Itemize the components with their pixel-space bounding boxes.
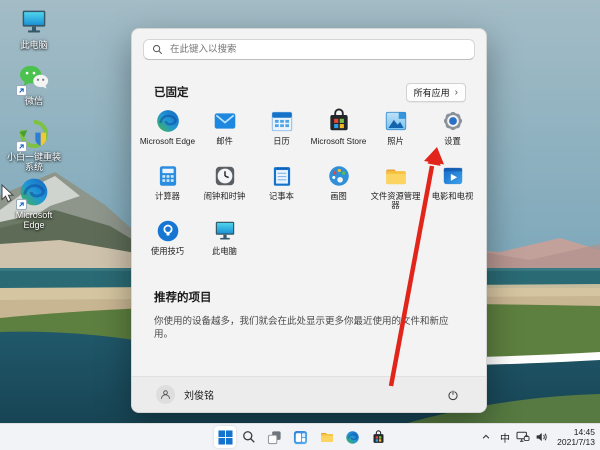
all-apps-label: 所有应用 (414, 86, 450, 99)
clock-date: 2021/7/13 (557, 437, 595, 447)
taskbar-store-button[interactable] (367, 426, 389, 448)
pinned-app-settings[interactable]: 设置 (424, 103, 481, 158)
xiaobai-reinstall-icon (18, 118, 50, 150)
hidden-icons-button[interactable] (478, 428, 494, 446)
desktop-icon-label: Microsoft Edge (6, 210, 62, 230)
shortcut-arrow-icon (16, 85, 27, 96)
clock[interactable]: 14:45 2021/7/13 (557, 427, 595, 447)
power-button[interactable] (444, 386, 462, 404)
app-label: 计算器 (155, 192, 180, 201)
app-label: 闹钟和时钟 (204, 192, 246, 201)
photos-icon (383, 108, 409, 134)
widgets-button[interactable] (289, 426, 311, 448)
shortcut-arrow-icon (16, 199, 27, 210)
pinned-app-file-explorer[interactable]: 文件资源管理器 (367, 158, 424, 213)
calendar-icon (269, 108, 295, 134)
pinned-app-photos[interactable]: 照片 (367, 103, 424, 158)
edge-icon (18, 176, 50, 208)
pinned-app-calendar[interactable]: 日历 (253, 103, 310, 158)
start-button[interactable] (214, 426, 236, 448)
calculator-icon (155, 163, 181, 189)
network-icon (516, 431, 530, 443)
pinned-app-tips[interactable]: 使用技巧 (139, 213, 196, 268)
search-input[interactable] (143, 39, 475, 60)
app-label: 使用技巧 (151, 247, 184, 256)
file-explorer-icon (383, 163, 409, 189)
desktop-icon-label: 此电脑 (6, 40, 62, 50)
app-label: 文件资源管理器 (368, 192, 424, 210)
desktop-icon-wechat[interactable]: 微信 (6, 62, 62, 106)
pinned-app-microsoft-store[interactable]: Microsoft Store (310, 103, 367, 158)
alarm-clock-icon (212, 163, 238, 189)
this-pc-icon (212, 218, 238, 244)
task-view-icon (267, 430, 282, 445)
desktop-icon-xiaobai-reinstall[interactable]: 小白一键重装系统 (6, 118, 62, 172)
recommended-empty-message: 你使用的设备越多，我们就会在此处显示更多你最近使用的文件和新应用。 (154, 315, 464, 341)
taskbar: 中 14:45 2021/7/13 (0, 423, 600, 450)
paint-icon (326, 163, 352, 189)
clock-time: 14:45 (557, 427, 595, 437)
this-pc-icon (18, 6, 50, 38)
app-label: 设置 (444, 137, 461, 146)
taskbar-file-explorer-button[interactable] (316, 426, 338, 448)
file-explorer-icon (319, 429, 335, 445)
pinned-section-title: 已固定 (154, 84, 189, 100)
volume-button[interactable] (533, 428, 549, 446)
network-button[interactable] (514, 428, 532, 446)
app-label: 邮件 (216, 137, 233, 146)
recommended-section-title: 推荐的项目 (154, 289, 212, 305)
app-label: 日历 (273, 137, 290, 146)
search-icon (242, 430, 256, 444)
pinned-app-movies-tv[interactable]: 电影和电视 (424, 158, 481, 213)
store-icon (326, 108, 352, 134)
settings-gear-icon (440, 108, 466, 134)
taskbar-edge-button[interactable] (341, 426, 363, 448)
app-label: 此电脑 (212, 247, 237, 256)
app-label: 记事本 (269, 192, 294, 201)
pinned-app-mail[interactable]: 邮件 (196, 103, 253, 158)
mouse-cursor (1, 184, 15, 204)
user-name: 刘俊铭 (184, 387, 214, 402)
ime-indicator[interactable]: 中 (497, 428, 513, 446)
task-view-button[interactable] (263, 426, 285, 448)
start-search[interactable] (143, 39, 475, 60)
pinned-app-alarms-clock[interactable]: 闹钟和时钟 (196, 158, 253, 213)
pinned-app-this-pc[interactable]: 此电脑 (196, 213, 253, 268)
pinned-app-notepad[interactable]: 记事本 (253, 158, 310, 213)
pinned-apps-grid: Microsoft Edge 邮件 日历 Microsoft Store 照片 … (139, 103, 481, 268)
notepad-icon (269, 163, 295, 189)
chevron-right-icon: › (455, 87, 458, 98)
start-menu-footer: 刘俊铭 (132, 376, 486, 412)
edge-icon (155, 108, 181, 134)
pinned-app-microsoft-edge[interactable]: Microsoft Edge (139, 103, 196, 158)
app-label: 画图 (330, 192, 347, 201)
edge-icon (345, 430, 360, 445)
app-label: 电影和电视 (432, 192, 474, 201)
widgets-icon (293, 430, 308, 445)
desktop-icon-label: 小白一键重装系统 (6, 152, 62, 172)
app-label: 照片 (387, 137, 404, 146)
tips-icon (155, 218, 181, 244)
person-icon (156, 385, 175, 404)
pinned-app-calculator[interactable]: 计算器 (139, 158, 196, 213)
store-icon (371, 430, 386, 445)
chevron-up-icon (481, 432, 491, 442)
wechat-icon (18, 62, 50, 94)
power-icon (446, 388, 460, 402)
mail-icon (212, 108, 238, 134)
app-label: Microsoft Store (311, 137, 367, 146)
movies-tv-icon (440, 163, 466, 189)
speaker-icon (535, 431, 548, 443)
pinned-app-paint[interactable]: 画图 (310, 158, 367, 213)
shortcut-arrow-icon (16, 141, 27, 152)
start-icon (218, 430, 233, 445)
desktop-icon-this-pc[interactable]: 此电脑 (6, 6, 62, 50)
taskbar-search-button[interactable] (238, 426, 260, 448)
desktop-icon-label: 微信 (6, 96, 62, 106)
app-label: Microsoft Edge (140, 137, 195, 146)
user-profile-button[interactable]: 刘俊铭 (156, 385, 214, 404)
start-menu: 已固定 所有应用 › Microsoft Edge 邮件 日历 Microsof… (131, 28, 487, 413)
all-apps-button[interactable]: 所有应用 › (406, 83, 466, 102)
